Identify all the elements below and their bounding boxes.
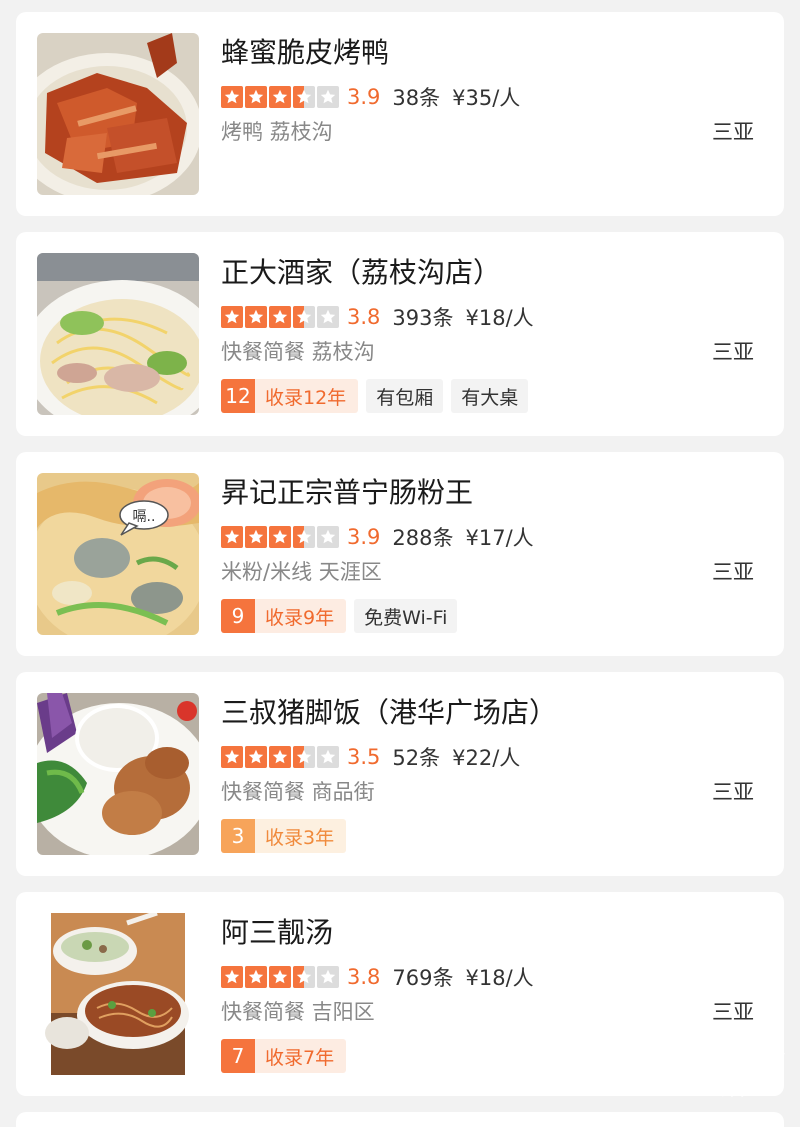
noodle-soup-photo[interactable] bbox=[37, 253, 199, 415]
star-icon bbox=[269, 746, 291, 768]
rating-row: 3.8 769条 ¥18/人 bbox=[221, 962, 534, 992]
listed-years-label: 收录3年 bbox=[265, 826, 335, 849]
listed-years-badge: 3 收录3年 bbox=[221, 819, 347, 853]
listed-years-badge: 9 收录9年 bbox=[221, 599, 347, 633]
watermark-logo: FLYERT 飞客 + bbox=[666, 1046, 786, 1102]
restaurant-name[interactable]: 蜂蜜脆皮烤鸭 bbox=[221, 35, 389, 71]
star-icon bbox=[293, 526, 315, 548]
restaurant-card[interactable]: 嗝.. 昇记正宗普宁肠粉王 3.9 288条 ¥17/人 米粉/米线 天涯区 三… bbox=[16, 452, 784, 656]
photo-caption: 嗝.. bbox=[133, 509, 156, 525]
rice-roll-photo[interactable]: 嗝.. bbox=[37, 473, 199, 635]
review-count: 769条 bbox=[392, 966, 454, 990]
star-icon bbox=[245, 86, 267, 108]
rating-row: 3.9 38条 ¥35/人 bbox=[221, 82, 520, 112]
star-icon bbox=[317, 306, 339, 328]
star-icon bbox=[245, 306, 267, 328]
rating-score: 3.8 bbox=[347, 965, 381, 989]
star-icon bbox=[269, 966, 291, 988]
rating-score: 3.5 bbox=[347, 745, 381, 769]
star-icon bbox=[293, 306, 315, 328]
listed-years-number: 12 bbox=[221, 379, 255, 413]
feature-tag: 有大桌 bbox=[451, 379, 529, 413]
roast-duck-photo[interactable] bbox=[37, 33, 199, 195]
rating-row: 3.9 288条 ¥17/人 bbox=[221, 522, 534, 552]
star-icon bbox=[221, 86, 243, 108]
restaurant-card[interactable]: 正大酒家（荔枝沟店） 3.8 393条 ¥18/人 快餐简餐 荔枝沟 三亚 12… bbox=[16, 232, 784, 436]
rating-row: 3.5 52条 ¥22/人 bbox=[221, 742, 520, 772]
restaurant-name[interactable]: 昇记正宗普宁肠粉王 bbox=[221, 475, 473, 511]
category-area: 米粉/米线 天涯区 bbox=[221, 560, 382, 584]
star-icon bbox=[269, 526, 291, 548]
rating-score: 3.9 bbox=[347, 85, 381, 109]
restaurant-card[interactable]: 三叔猪脚饭（港华广场店） 3.5 52条 ¥22/人 快餐简餐 商品街 三亚 3… bbox=[16, 672, 784, 876]
star-icon bbox=[245, 966, 267, 988]
watermark-plus: + bbox=[774, 1046, 786, 1062]
review-count: 288条 bbox=[392, 526, 454, 550]
price-per-person: ¥35/人 bbox=[452, 86, 521, 110]
rating-row: 3.8 393条 ¥18/人 bbox=[221, 302, 534, 332]
review-count: 393条 bbox=[392, 306, 454, 330]
pork-trotter-rice-photo[interactable] bbox=[37, 693, 199, 855]
restaurant-name[interactable]: 正大酒家（荔枝沟店） bbox=[221, 255, 501, 291]
city-label: 三亚 bbox=[712, 120, 754, 144]
price-per-person: ¥18/人 bbox=[465, 966, 534, 990]
listed-years-number: 9 bbox=[221, 599, 255, 633]
review-count: 52条 bbox=[392, 746, 441, 770]
rating-score: 3.8 bbox=[347, 305, 381, 329]
price-per-person: ¥18/人 bbox=[465, 306, 534, 330]
price-per-person: ¥17/人 bbox=[465, 526, 534, 550]
city-label: 三亚 bbox=[712, 780, 754, 804]
star-icon bbox=[293, 86, 315, 108]
city-label: 三亚 bbox=[712, 1000, 754, 1024]
category-area: 快餐简餐 吉阳区 bbox=[221, 1000, 375, 1024]
star-rating bbox=[221, 86, 339, 108]
star-icon bbox=[317, 746, 339, 768]
rating-score: 3.9 bbox=[347, 525, 381, 549]
star-icon bbox=[221, 746, 243, 768]
listed-years-label: 收录9年 bbox=[265, 606, 335, 629]
star-icon bbox=[269, 86, 291, 108]
feature-tag: 免费Wi-Fi bbox=[354, 599, 458, 633]
soup-noodles-photo[interactable] bbox=[37, 913, 199, 1075]
category-area: 快餐简餐 商品街 bbox=[221, 780, 375, 804]
listed-years-label: 收录7年 bbox=[265, 1046, 335, 1069]
category-area: 烤鸭 荔枝沟 bbox=[221, 120, 333, 144]
restaurant-card[interactable]: 蜂蜜脆皮烤鸭 3.9 38条 ¥35/人 烤鸭 荔枝沟 三亚 bbox=[16, 12, 784, 216]
watermark-subtext: 飞客 bbox=[703, 1076, 748, 1101]
category-area: 快餐简餐 荔枝沟 bbox=[221, 340, 375, 364]
tag-row: 12 收录12年 有包厢 有大桌 bbox=[221, 379, 529, 413]
star-icon bbox=[317, 526, 339, 548]
listed-years-badge: 7 收录7年 bbox=[221, 1039, 347, 1073]
star-icon bbox=[245, 746, 267, 768]
restaurant-name[interactable]: 三叔猪脚饭（港华广场店） bbox=[221, 695, 557, 731]
star-icon bbox=[317, 966, 339, 988]
star-icon bbox=[221, 526, 243, 548]
star-rating bbox=[221, 966, 339, 988]
tag-row: 9 收录9年 免费Wi-Fi bbox=[221, 599, 458, 633]
listed-years-badge: 12 收录12年 bbox=[221, 379, 359, 413]
star-rating bbox=[221, 526, 339, 548]
star-icon bbox=[293, 746, 315, 768]
price-per-person: ¥22/人 bbox=[452, 746, 521, 770]
star-rating bbox=[221, 306, 339, 328]
listed-years-number: 7 bbox=[221, 1039, 255, 1073]
watermark-text: FLYERT bbox=[684, 1051, 768, 1076]
star-rating bbox=[221, 746, 339, 768]
star-icon bbox=[245, 526, 267, 548]
feature-tag: 有包厢 bbox=[366, 379, 444, 413]
listed-years-number: 3 bbox=[221, 819, 255, 853]
restaurant-card-partial[interactable] bbox=[16, 1112, 784, 1127]
tag-row: 7 收录7年 bbox=[221, 1039, 347, 1073]
restaurant-name[interactable]: 阿三靓汤 bbox=[221, 915, 333, 951]
review-count: 38条 bbox=[392, 86, 441, 110]
star-icon bbox=[317, 86, 339, 108]
star-icon bbox=[221, 306, 243, 328]
star-icon bbox=[269, 306, 291, 328]
tag-row: 3 收录3年 bbox=[221, 819, 347, 853]
city-label: 三亚 bbox=[712, 560, 754, 584]
listed-years-label: 收录12年 bbox=[265, 386, 347, 409]
star-icon bbox=[221, 966, 243, 988]
city-label: 三亚 bbox=[712, 340, 754, 364]
star-icon bbox=[293, 966, 315, 988]
